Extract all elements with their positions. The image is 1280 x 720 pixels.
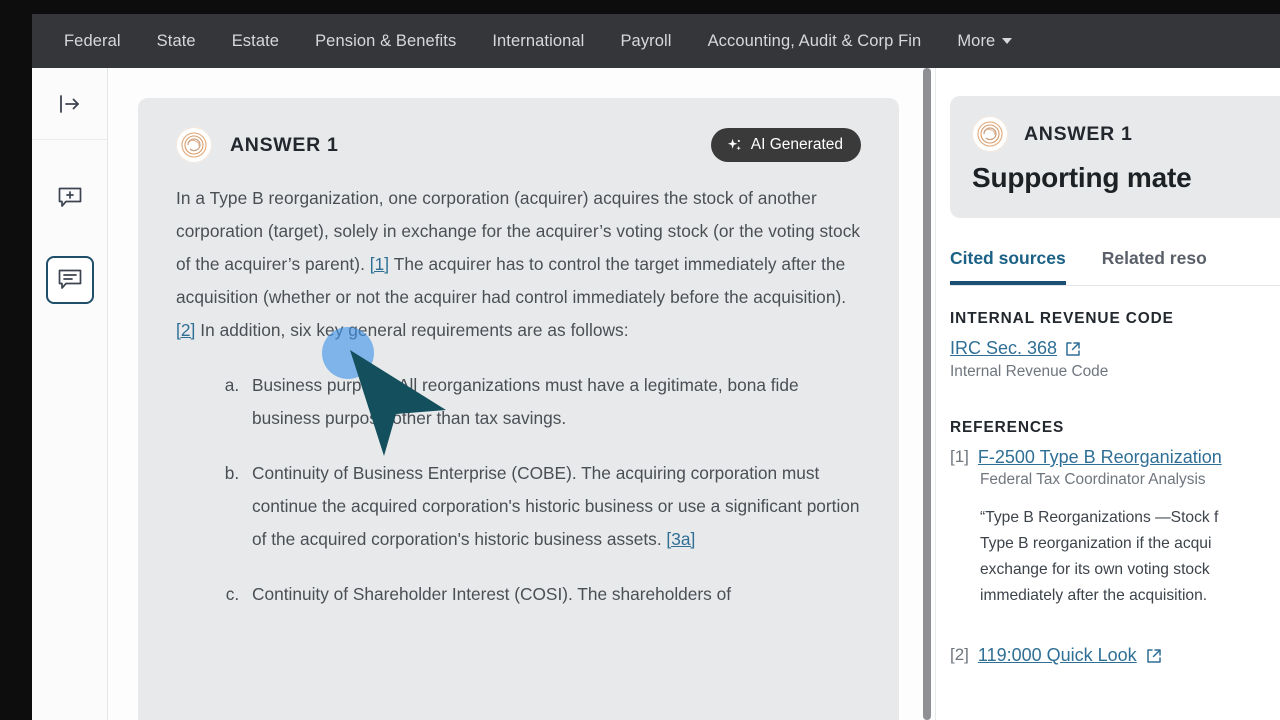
reference-quote: “Type B Reorganizations —Stock f Type B …: [980, 505, 1280, 609]
irc-link-label: IRC Sec. 368: [950, 338, 1058, 358]
requirement-text: Business purpose. All reorganizations mu…: [252, 375, 799, 428]
checkpoint-logo-avatar: [972, 116, 1008, 152]
ai-generated-label: AI Generated: [750, 136, 843, 153]
panel-body: INTERNAL REVENUE CODE IRC Sec. 368 Inter…: [936, 286, 1280, 666]
content-scrollbar-thumb[interactable]: [923, 68, 931, 720]
nav-item-federal[interactable]: Federal: [46, 14, 139, 68]
list-item: Continuity of Business Enterprise (COBE)…: [244, 457, 861, 556]
section-title-references: REFERENCES: [950, 419, 1065, 436]
requirements-list: Business purpose. All reorganizations mu…: [176, 369, 861, 611]
top-navigation-bar: Federal State Estate Pension & Benefits …: [32, 14, 1280, 68]
answer-card: ANSWER 1 AI Generated In a Type B reorga…: [138, 98, 899, 720]
nav-item-accounting-audit-corpfin[interactable]: Accounting, Audit & Corp Fin: [690, 14, 940, 68]
panel-answer-heading: ANSWER 1: [1024, 122, 1133, 145]
rail-top-section: [32, 68, 107, 140]
answer-paragraph-segment-3: In addition, six key general requirement…: [195, 320, 629, 340]
panel-tabs: Cited sources Related reso: [950, 248, 1280, 286]
nav-item-estate[interactable]: Estate: [214, 14, 297, 68]
content-scrollbar-track[interactable]: [923, 68, 931, 720]
irc-link-subtitle: Internal Revenue Code: [950, 363, 1109, 380]
supporting-materials-panel: ANSWER 1 Supporting mate Cited sources R…: [936, 68, 1280, 720]
reference-title-link[interactable]: F-2500 Type B Reorganization: [978, 447, 1222, 468]
external-link-icon: [1146, 649, 1161, 663]
answer-content-column: ANSWER 1 AI Generated In a Type B reorga…: [108, 68, 936, 720]
answer-header: ANSWER 1 AI Generated: [176, 124, 861, 166]
supporting-materials-card: ANSWER 1 Supporting mate: [950, 96, 1280, 218]
list-item: Business purpose. All reorganizations mu…: [244, 369, 861, 435]
nav-item-state[interactable]: State: [139, 14, 214, 68]
conversation-history-button[interactable]: [45, 256, 94, 304]
reference-quote-line: “Type B Reorganizations —Stock f: [980, 509, 1219, 526]
reference-title-link[interactable]: 119:000 Quick Look: [978, 645, 1137, 666]
section-title-internal-revenue-code: INTERNAL REVENUE CODE: [950, 310, 1174, 327]
requirement-text: Continuity of Business Enterprise (COBE)…: [252, 463, 860, 549]
chevron-down-icon: [1002, 38, 1013, 44]
reference-quote-line: exchange for its own voting stock: [980, 561, 1210, 578]
reference-item: [2] 119:000 Quick Look: [950, 645, 1280, 666]
tab-cited-sources[interactable]: Cited sources: [950, 248, 1066, 285]
reference-number: [2]: [950, 645, 969, 664]
citation-link-1[interactable]: [1]: [370, 254, 389, 274]
reference-number: [1]: [950, 447, 969, 466]
application-window: Federal State Estate Pension & Benefits …: [0, 0, 1280, 720]
nav-item-payroll[interactable]: Payroll: [602, 14, 689, 68]
conversation-history-icon: [58, 269, 81, 289]
nav-item-more[interactable]: More: [939, 14, 1030, 68]
panel-expand-icon: [59, 94, 79, 113]
nav-item-pension-benefits[interactable]: Pension & Benefits: [297, 14, 474, 68]
requirement-text: Continuity of Shareholder Interest (COSI…: [252, 584, 731, 604]
panel-subtitle: Supporting mate: [972, 162, 1192, 193]
supporting-materials-header: ANSWER 1: [972, 116, 1258, 152]
logo-icon: [181, 132, 207, 158]
new-conversation-icon: [58, 187, 81, 207]
nav-more-label: More: [957, 32, 996, 50]
ai-generated-badge[interactable]: AI Generated: [710, 128, 861, 162]
citation-link-2[interactable]: [2]: [176, 320, 195, 340]
reference-spacer: [950, 609, 1280, 635]
irc-sec-368-link[interactable]: IRC Sec. 368: [950, 338, 1081, 359]
tab-related-resources[interactable]: Related reso: [1102, 248, 1207, 285]
nav-item-international[interactable]: International: [474, 14, 602, 68]
answer-heading: ANSWER 1: [230, 133, 339, 156]
panel-expand-button[interactable]: [46, 80, 94, 128]
workspace: ANSWER 1 AI Generated In a Type B reorga…: [32, 68, 1280, 720]
reference-quote-line: Type B reorganization if the acqui: [980, 535, 1212, 552]
left-rail: [32, 68, 108, 720]
list-item: Continuity of Shareholder Interest (COSI…: [244, 578, 861, 611]
reference-quote-line: immediately after the acquisition.: [980, 587, 1208, 604]
sparkle-icon: [727, 138, 741, 150]
answer-paragraph: In a Type B reorganization, one corporat…: [176, 182, 861, 347]
checkpoint-logo-avatar: [176, 127, 212, 163]
logo-icon: [977, 121, 1003, 147]
requirement-citation[interactable]: [3a]: [666, 529, 695, 549]
new-conversation-button[interactable]: [46, 174, 94, 222]
reference-source: Federal Tax Coordinator Analysis: [980, 471, 1206, 488]
reference-item: [1] F-2500 Type B Reorganization: [950, 447, 1280, 468]
external-link-icon: [1066, 341, 1080, 356]
